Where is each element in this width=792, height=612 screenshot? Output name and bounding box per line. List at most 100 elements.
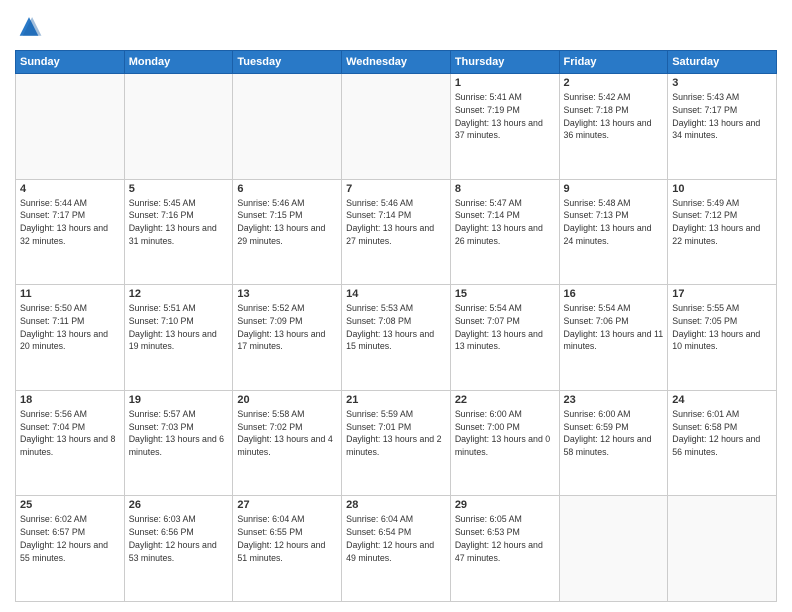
calendar-cell: 8 Sunrise: 5:47 AMSunset: 7:14 PMDaylight… [450, 179, 559, 285]
calendar-cell: 24 Sunrise: 6:01 AMSunset: 6:58 PMDayligh… [668, 390, 777, 496]
calendar-cell: 22 Sunrise: 6:00 AMSunset: 7:00 PMDayligh… [450, 390, 559, 496]
calendar-header-wednesday: Wednesday [342, 51, 451, 74]
day-number: 7 [346, 183, 446, 195]
calendar-header-saturday: Saturday [668, 51, 777, 74]
day-info: Sunrise: 5:45 AMSunset: 7:16 PMDaylight:… [129, 197, 229, 248]
day-info: Sunrise: 5:46 AMSunset: 7:15 PMDaylight:… [237, 197, 337, 248]
calendar-cell: 4 Sunrise: 5:44 AMSunset: 7:17 PMDaylight… [16, 179, 125, 285]
calendar-cell: 29 Sunrise: 6:05 AMSunset: 6:53 PMDayligh… [450, 496, 559, 602]
calendar-cell: 28Sunrise: 6:04 AMSunset: 6:54 PMDayligh… [342, 496, 451, 602]
calendar-cell: 25 Sunrise: 6:02 AMSunset: 6:57 PMDayligh… [16, 496, 125, 602]
day-info: Sunrise: 5:43 AMSunset: 7:17 PMDaylight:… [672, 91, 772, 142]
day-info: Sunrise: 5:54 AMSunset: 7:07 PMDaylight:… [455, 302, 555, 353]
day-info: Sunrise: 5:48 AMSunset: 7:13 PMDaylight:… [564, 197, 664, 248]
calendar-cell [668, 496, 777, 602]
calendar-header-tuesday: Tuesday [233, 51, 342, 74]
calendar-cell: 14 Sunrise: 5:53 AMSunset: 7:08 PMDayligh… [342, 285, 451, 391]
calendar-cell [233, 74, 342, 180]
calendar-cell [342, 74, 451, 180]
calendar-cell: 26Sunrise: 6:03 AMSunset: 6:56 PMDayligh… [124, 496, 233, 602]
header [15, 10, 777, 42]
day-number: 3 [672, 77, 772, 89]
day-info: Sunrise: 5:57 AMSunset: 7:03 PMDaylight:… [129, 408, 229, 459]
day-info: Sunrise: 6:04 AMSunset: 6:55 PMDaylight:… [237, 513, 337, 564]
calendar-cell: 15 Sunrise: 5:54 AMSunset: 7:07 PMDayligh… [450, 285, 559, 391]
day-info: Sunrise: 5:51 AMSunset: 7:10 PMDaylight:… [129, 302, 229, 353]
day-info: Sunrise: 5:49 AMSunset: 7:12 PMDaylight:… [672, 197, 772, 248]
logo [15, 14, 47, 42]
day-info: Sunrise: 5:46 AMSunset: 7:14 PMDaylight:… [346, 197, 446, 248]
calendar-cell: 18 Sunrise: 5:56 AMSunset: 7:04 PMDayligh… [16, 390, 125, 496]
calendar-cell: 17Sunrise: 5:55 AMSunset: 7:05 PMDayligh… [668, 285, 777, 391]
calendar-week-row: 1 Sunrise: 5:41 AMSunset: 7:19 PMDaylight… [16, 74, 777, 180]
day-number: 20 [237, 394, 337, 406]
day-info: Sunrise: 5:59 AMSunset: 7:01 PMDaylight:… [346, 408, 446, 459]
day-number: 16 [564, 288, 664, 300]
calendar-cell [124, 74, 233, 180]
day-info: Sunrise: 6:02 AMSunset: 6:57 PMDaylight:… [20, 513, 120, 564]
day-number: 8 [455, 183, 555, 195]
day-number: 5 [129, 183, 229, 195]
day-number: 23 [564, 394, 664, 406]
calendar-cell: 27 Sunrise: 6:04 AMSunset: 6:55 PMDayligh… [233, 496, 342, 602]
day-info: Sunrise: 5:58 AMSunset: 7:02 PMDaylight:… [237, 408, 337, 459]
calendar-week-row: 11Sunrise: 5:50 AMSunset: 7:11 PMDayligh… [16, 285, 777, 391]
calendar-cell: 13 Sunrise: 5:52 AMSunset: 7:09 PMDayligh… [233, 285, 342, 391]
calendar-week-row: 4 Sunrise: 5:44 AMSunset: 7:17 PMDaylight… [16, 179, 777, 285]
calendar-cell: 20 Sunrise: 5:58 AMSunset: 7:02 PMDayligh… [233, 390, 342, 496]
calendar-cell: 12 Sunrise: 5:51 AMSunset: 7:10 PMDayligh… [124, 285, 233, 391]
calendar-header-row: SundayMondayTuesdayWednesdayThursdayFrid… [16, 51, 777, 74]
day-number: 18 [20, 394, 120, 406]
day-number: 29 [455, 499, 555, 511]
day-number: 15 [455, 288, 555, 300]
calendar-week-row: 18 Sunrise: 5:56 AMSunset: 7:04 PMDayligh… [16, 390, 777, 496]
day-info: Sunrise: 5:42 AMSunset: 7:18 PMDaylight:… [564, 91, 664, 142]
day-number: 14 [346, 288, 446, 300]
day-info: Sunrise: 5:44 AMSunset: 7:17 PMDaylight:… [20, 197, 120, 248]
calendar-cell: 9 Sunrise: 5:48 AMSunset: 7:13 PMDaylight… [559, 179, 668, 285]
day-number: 1 [455, 77, 555, 89]
day-info: Sunrise: 5:47 AMSunset: 7:14 PMDaylight:… [455, 197, 555, 248]
calendar-cell [16, 74, 125, 180]
calendar-cell: 6 Sunrise: 5:46 AMSunset: 7:15 PMDaylight… [233, 179, 342, 285]
day-number: 26 [129, 499, 229, 511]
calendar-cell: 5 Sunrise: 5:45 AMSunset: 7:16 PMDaylight… [124, 179, 233, 285]
day-number: 6 [237, 183, 337, 195]
day-number: 2 [564, 77, 664, 89]
day-info: Sunrise: 6:00 AMSunset: 6:59 PMDaylight:… [564, 408, 664, 459]
day-number: 9 [564, 183, 664, 195]
day-number: 25 [20, 499, 120, 511]
day-number: 27 [237, 499, 337, 511]
calendar-cell: 23 Sunrise: 6:00 AMSunset: 6:59 PMDayligh… [559, 390, 668, 496]
calendar-cell: 19Sunrise: 5:57 AMSunset: 7:03 PMDayligh… [124, 390, 233, 496]
day-number: 21 [346, 394, 446, 406]
calendar-cell: 3 Sunrise: 5:43 AMSunset: 7:17 PMDaylight… [668, 74, 777, 180]
day-number: 24 [672, 394, 772, 406]
day-number: 10 [672, 183, 772, 195]
day-number: 12 [129, 288, 229, 300]
calendar-week-row: 25 Sunrise: 6:02 AMSunset: 6:57 PMDayligh… [16, 496, 777, 602]
calendar-header-monday: Monday [124, 51, 233, 74]
day-number: 22 [455, 394, 555, 406]
day-info: Sunrise: 6:04 AMSunset: 6:54 PMDaylight:… [346, 513, 446, 564]
day-info: Sunrise: 5:56 AMSunset: 7:04 PMDaylight:… [20, 408, 120, 459]
day-info: Sunrise: 6:00 AMSunset: 7:00 PMDaylight:… [455, 408, 555, 459]
calendar-cell: 7 Sunrise: 5:46 AMSunset: 7:14 PMDaylight… [342, 179, 451, 285]
day-info: Sunrise: 6:05 AMSunset: 6:53 PMDaylight:… [455, 513, 555, 564]
calendar-cell: 1 Sunrise: 5:41 AMSunset: 7:19 PMDaylight… [450, 74, 559, 180]
calendar-cell: 2 Sunrise: 5:42 AMSunset: 7:18 PMDaylight… [559, 74, 668, 180]
calendar-header-thursday: Thursday [450, 51, 559, 74]
day-number: 17 [672, 288, 772, 300]
logo-icon [15, 14, 43, 42]
calendar-cell: 21 Sunrise: 5:59 AMSunset: 7:01 PMDayligh… [342, 390, 451, 496]
day-info: Sunrise: 5:53 AMSunset: 7:08 PMDaylight:… [346, 302, 446, 353]
day-number: 4 [20, 183, 120, 195]
day-info: Sunrise: 5:41 AMSunset: 7:19 PMDaylight:… [455, 91, 555, 142]
day-info: Sunrise: 6:01 AMSunset: 6:58 PMDaylight:… [672, 408, 772, 459]
calendar-cell: 10 Sunrise: 5:49 AMSunset: 7:12 PMDayligh… [668, 179, 777, 285]
day-info: Sunrise: 5:52 AMSunset: 7:09 PMDaylight:… [237, 302, 337, 353]
day-number: 13 [237, 288, 337, 300]
calendar-cell: 11Sunrise: 5:50 AMSunset: 7:11 PMDayligh… [16, 285, 125, 391]
calendar-cell [559, 496, 668, 602]
page: SundayMondayTuesdayWednesdayThursdayFrid… [0, 0, 792, 612]
